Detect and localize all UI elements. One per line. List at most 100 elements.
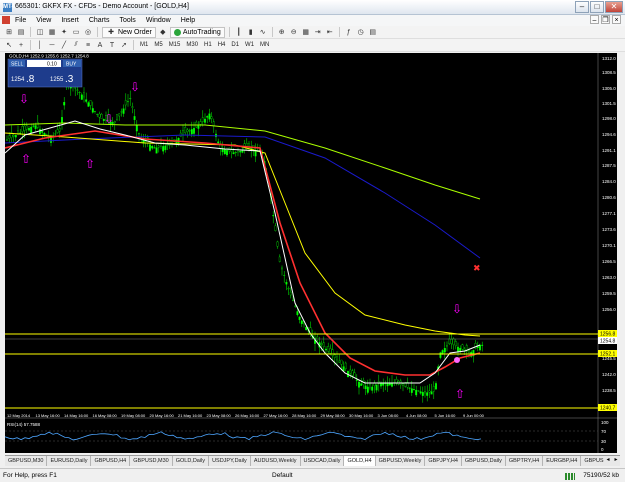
menu-charts[interactable]: Charts (84, 17, 115, 24)
candle-body (36, 122, 39, 128)
price-tag-middle: 1252.1 (598, 350, 617, 358)
chart-tab[interactable]: EURGBP,H4 (543, 456, 582, 466)
menu-insert[interactable]: Insert (56, 17, 84, 24)
tile-windows-icon[interactable]: ▦ (301, 27, 311, 37)
new-order-button[interactable]: ✚ New Order (102, 26, 156, 38)
chart-tab[interactable]: USDCAD,Daily (301, 456, 345, 466)
candle-body (408, 387, 411, 389)
buy-label: BUY (66, 62, 77, 68)
candle-body (239, 151, 242, 153)
chart-tab[interactable]: GBPJPY,H4 (425, 456, 462, 466)
bar-chart-icon[interactable]: ┃ (234, 27, 244, 37)
candle-body (452, 338, 455, 345)
candlestick-icon[interactable]: ▮ (246, 27, 256, 37)
candle-body (278, 256, 281, 262)
timeframe-d1[interactable]: D1 (229, 42, 241, 48)
status-help-text: For Help, press F1 (3, 472, 57, 479)
vertical-line-icon[interactable]: │ (35, 40, 45, 50)
menu-window[interactable]: Window (141, 17, 176, 24)
auto-scroll-icon[interactable]: ⇥ (313, 27, 323, 37)
chart-tab[interactable]: GBPUSD,M30 (130, 456, 173, 466)
zoom-out-icon[interactable]: ⊖ (289, 27, 299, 37)
new-chart-icon[interactable]: ⊞ (4, 27, 14, 37)
timeframe-m5[interactable]: M5 (152, 42, 164, 48)
candle-body (446, 345, 448, 347)
candle-body (292, 299, 294, 301)
tester-icon[interactable]: ◎ (83, 27, 93, 37)
templates-icon[interactable]: ▤ (368, 27, 378, 37)
indicators-icon[interactable]: ƒ (344, 27, 354, 37)
tab-scroll-left-icon[interactable]: ◂ (604, 456, 612, 463)
market-watch-icon[interactable]: ◫ (35, 27, 45, 37)
candle-body (166, 144, 169, 146)
candle-body (41, 131, 44, 133)
periods-icon[interactable]: ◷ (356, 27, 366, 37)
profiles-icon[interactable]: ▤ (16, 27, 26, 37)
terminal-icon[interactable]: ▭ (71, 27, 81, 37)
timeframe-m30[interactable]: M30 (184, 42, 200, 48)
timeframe-w1[interactable]: W1 (243, 42, 256, 48)
time-axis-label: 28 May 16:00 (292, 413, 317, 418)
chart-tab[interactable]: GOLD,H4 (344, 456, 376, 466)
chart-tab[interactable]: USDJPY,Daily (209, 456, 251, 466)
chart-tab[interactable]: GBPUSD,H4 (91, 456, 131, 466)
candle-body (98, 113, 101, 118)
metaeditor-icon[interactable]: ◆ (158, 27, 168, 37)
candle-body (149, 144, 151, 151)
chart-window-icon[interactable] (2, 16, 10, 24)
candle-body (461, 344, 464, 350)
candle-body (124, 100, 127, 106)
fibonacci-icon[interactable]: ≡ (83, 40, 93, 50)
menu-view[interactable]: View (31, 17, 56, 24)
price-chart[interactable]: 1312.0 1308.5 1305.0 1301.5 1298.0 1294.6 1291… (5, 53, 617, 453)
timeframe-m15[interactable]: M15 (167, 42, 183, 48)
chart-tab[interactable]: GBPUSD,Weekly (376, 456, 426, 466)
horizontal-line-icon[interactable]: ─ (47, 40, 57, 50)
channel-icon[interactable]: ⫽ (71, 40, 81, 50)
price-axis-label: 1242.0 (602, 372, 616, 377)
menu-bar: File View Insert Charts Tools Window Hel… (0, 15, 625, 26)
label-icon[interactable]: T (107, 40, 117, 50)
candle-body (316, 336, 319, 341)
chart-tab[interactable]: GBPTRY,H4 (506, 456, 544, 466)
menu-help[interactable]: Help (176, 17, 200, 24)
candle-body (325, 348, 327, 351)
chart-tab[interactable]: GBPUSD,M30 (5, 456, 48, 466)
minimize-button[interactable]: – (575, 1, 589, 13)
text-icon[interactable]: A (95, 40, 105, 50)
zoom-in-icon[interactable]: ⊕ (277, 27, 287, 37)
chart-shift-icon[interactable]: ⇤ (325, 27, 335, 37)
trendline-icon[interactable]: ╱ (59, 40, 69, 50)
menu-file[interactable]: File (10, 17, 31, 24)
cursor-icon[interactable]: ↖ (4, 40, 14, 50)
mdi-minimize-button[interactable]: – (590, 15, 599, 24)
candle-body (435, 383, 437, 390)
chart-tab[interactable]: GOLD,Daily (173, 456, 210, 466)
tab-scroll-right-icon[interactable]: ▸ (612, 456, 620, 463)
timeframe-mn[interactable]: MN (258, 42, 271, 48)
crosshair-icon[interactable]: + (16, 40, 26, 50)
candle-body (272, 215, 275, 217)
chart-tab[interactable]: AUDUSD,Weekly (251, 456, 301, 466)
chart-tab[interactable]: EURUSD,Daily (47, 456, 92, 466)
chart-tab[interactable]: GBPUSD,Daily (462, 456, 506, 466)
arrows-icon[interactable]: ➚ (119, 40, 129, 50)
candle-body (221, 148, 224, 153)
candle-body (276, 241, 279, 247)
line-chart-icon[interactable]: ∿ (258, 27, 268, 37)
candle-body (355, 379, 358, 381)
candle-body (131, 106, 134, 108)
time-axis-label: 14 May 16:00 (64, 413, 89, 418)
mdi-close-button[interactable]: × (612, 15, 621, 24)
data-window-icon[interactable]: ▦ (47, 27, 57, 37)
timeframe-h1[interactable]: H1 (202, 42, 214, 48)
menu-tools[interactable]: Tools (114, 17, 140, 24)
navigator-icon[interactable]: ✦ (59, 27, 69, 37)
candle-body (327, 346, 330, 352)
autotrading-button[interactable]: AutoTrading (169, 26, 225, 38)
maximize-button[interactable]: □ (590, 1, 604, 13)
timeframe-h4[interactable]: H4 (216, 42, 228, 48)
close-button[interactable]: ✕ (605, 1, 623, 13)
mdi-restore-button[interactable]: ❐ (601, 15, 610, 24)
timeframe-m1[interactable]: M1 (138, 42, 150, 48)
